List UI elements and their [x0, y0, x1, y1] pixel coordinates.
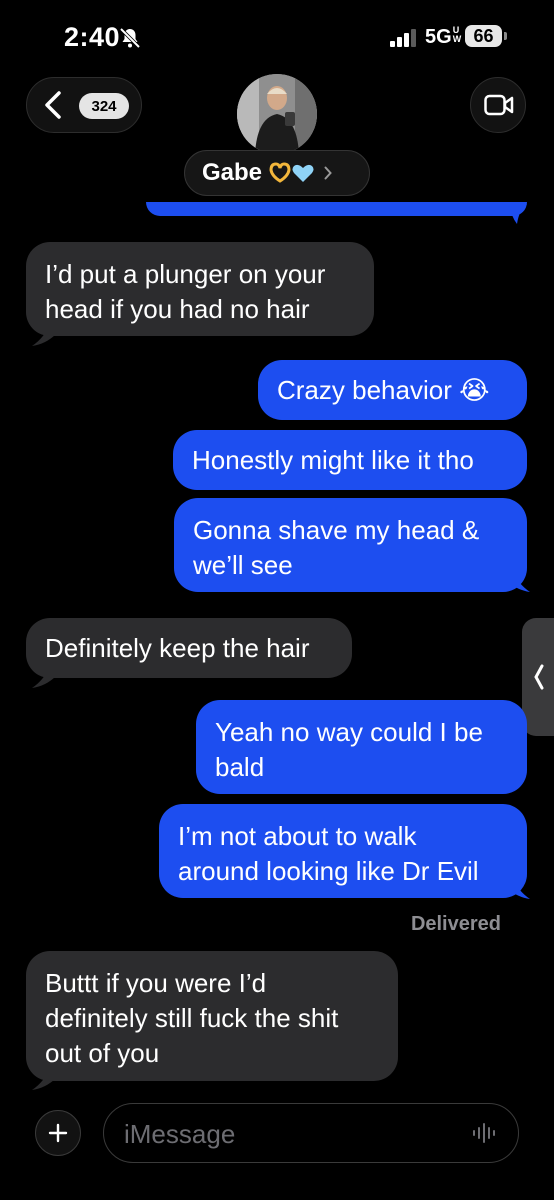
message-text-line: we’ll see	[193, 550, 293, 580]
message-input-placeholder: iMessage	[124, 1119, 236, 1149]
message-text-line: Yeah no way could I be	[215, 717, 483, 747]
unread-badge: 324	[79, 93, 129, 119]
avatar-photo	[237, 74, 317, 154]
message-text-line: bald	[215, 752, 265, 782]
message-text-line: I’d put a plunger on your	[45, 259, 326, 289]
incoming-message[interactable]: Definitely keep the hair	[26, 618, 352, 678]
facetime-button[interactable]	[470, 77, 526, 133]
bubble-tail	[509, 204, 527, 224]
outgoing-message[interactable]: Gonna shave my head & we’ll see	[174, 498, 527, 592]
contact-name-button[interactable]: Gabe	[184, 150, 370, 196]
status-time: 2:40	[64, 22, 121, 52]
message-text-line: Definitely keep the hair	[45, 633, 310, 663]
back-chevron-icon	[45, 91, 61, 119]
status-bar: 2:40 5GU W 66	[0, 0, 554, 70]
message-text-line: definitely still fuck the shit	[45, 1003, 339, 1033]
signal-icon	[390, 29, 416, 47]
bell-slash-icon	[119, 27, 141, 49]
incoming-message[interactable]: Buttt if you were I’d definitely still f…	[26, 951, 398, 1081]
back-button[interactable]: 324	[26, 77, 142, 133]
delivery-status: Delivered	[410, 913, 501, 935]
incoming-message[interactable]: I’d put a plunger on your head if you ha…	[26, 242, 374, 336]
app-drawer-handle[interactable]	[522, 618, 554, 736]
plus-button[interactable]	[35, 1110, 81, 1156]
message-text-line: head if you had no hair	[45, 294, 310, 324]
video-camera-icon	[484, 94, 514, 116]
message-text-line: Honestly might like it tho	[192, 445, 474, 475]
contact-name: Gabe	[202, 159, 263, 186]
message-text-line: I’m not about to walk	[178, 821, 417, 851]
outgoing-message[interactable]: Crazy behavior 😭	[258, 360, 527, 420]
plus-icon	[48, 1123, 68, 1143]
message-text-line: around looking like Dr Evil	[178, 856, 479, 886]
outgoing-message[interactable]: Honestly might like it tho	[173, 430, 527, 490]
chevron-right-icon	[324, 166, 332, 180]
heart-hands-heart-emoji	[268, 161, 316, 185]
outgoing-message[interactable]: Yeah no way could I be bald	[196, 700, 527, 794]
message-text-line: Crazy behavior 😭	[277, 375, 490, 405]
network-type: 5GU W	[425, 25, 462, 49]
battery-indicator: 66	[465, 25, 502, 47]
battery-tip	[504, 32, 507, 40]
message-text-line: Gonna shave my head &	[193, 515, 480, 545]
message-text-line: out of you	[45, 1038, 160, 1068]
chevron-left-icon	[534, 664, 544, 690]
message-input[interactable]: iMessage	[103, 1103, 519, 1163]
message-bubble-previous	[146, 202, 527, 216]
outgoing-message[interactable]: I’m not about to walk around looking lik…	[159, 804, 527, 898]
message-text-line: Buttt if you were I’d	[45, 968, 267, 998]
contact-avatar[interactable]	[237, 74, 317, 154]
audio-waveform-icon[interactable]	[472, 1123, 496, 1143]
